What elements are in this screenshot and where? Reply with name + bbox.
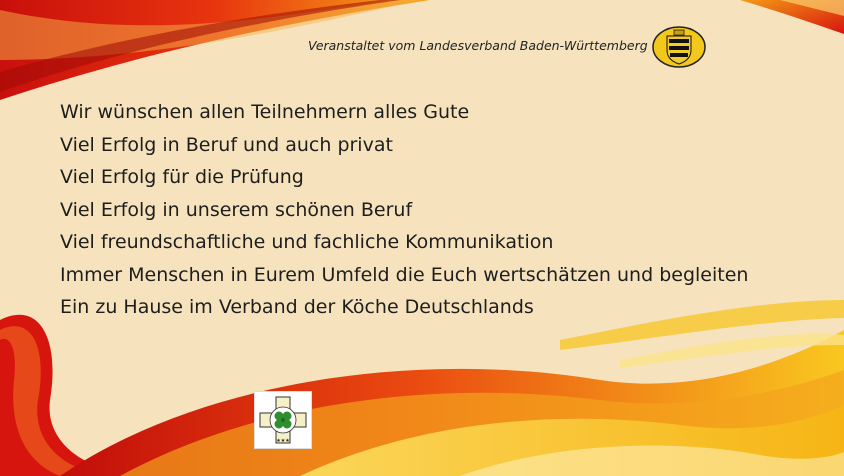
verband-der-koeche-logo-icon: ★★★ — [255, 392, 311, 448]
wish-line: Wir wünschen allen Teilnehmern alles Gut… — [60, 101, 470, 123]
wish-line: Immer Menschen in Eurem Umfeld die Euch … — [60, 263, 749, 286]
svg-text:★★★: ★★★ — [276, 438, 290, 444]
slide: Veranstaltet vom Landesverband Baden-Wür… — [0, 0, 844, 476]
wish-line: Viel Erfolg für die Prüfung — [60, 166, 304, 188]
wish-line: Viel freundschaftliche und fachliche Kom… — [60, 231, 554, 253]
baden-wuerttemberg-crest-icon — [652, 26, 706, 68]
wish-line: Viel Erfolg in unserem schönen Beruf — [60, 198, 413, 221]
wish-line: Viel Erfolg in Beruf und auch privat — [60, 133, 393, 156]
wish-line: Ein zu Hause im Verband der Köche Deutsc… — [60, 296, 534, 318]
wishes-list: Wir wünschen allen Teilnehmern alles Gut… — [60, 96, 748, 324]
verband-der-koeche-logo: ★★★ — [254, 391, 312, 449]
organizer-text: Veranstaltet vom Landesverband Baden-Wür… — [308, 38, 648, 53]
